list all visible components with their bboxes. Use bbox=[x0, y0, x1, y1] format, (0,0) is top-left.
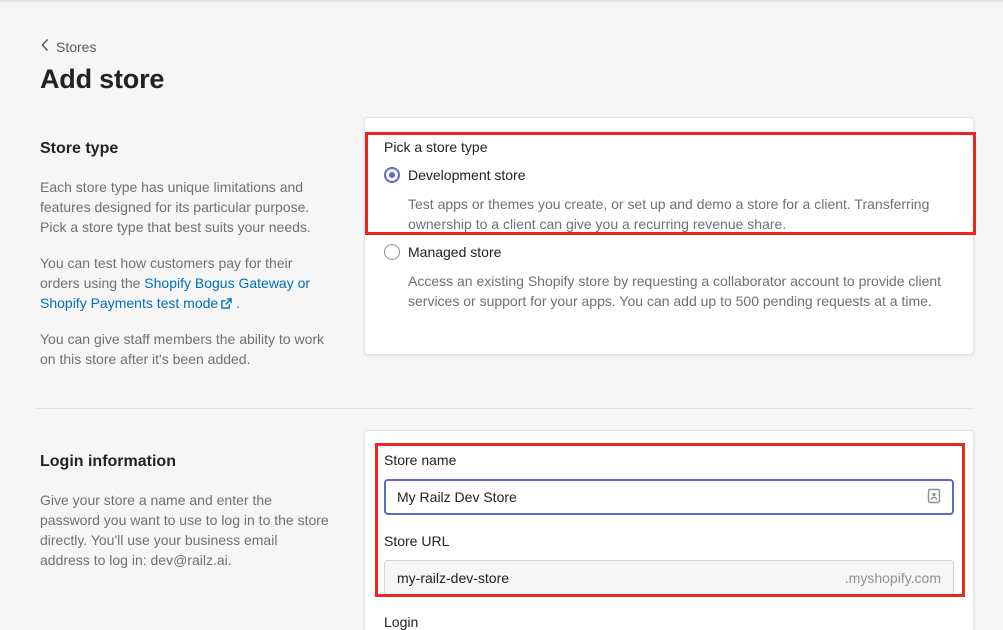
store-url-suffix: .myshopify.com bbox=[844, 570, 941, 586]
development-store-radio[interactable] bbox=[384, 167, 400, 183]
breadcrumb-label: Stores bbox=[56, 38, 97, 55]
development-store-help: Test apps or themes you create, or set u… bbox=[408, 196, 930, 232]
store-name-input[interactable]: My Railz Dev Store bbox=[384, 479, 954, 515]
test-payments-description: You can test how customers pay for their… bbox=[40, 253, 330, 314]
login-information-title: Login information bbox=[40, 453, 176, 470]
development-store-label[interactable]: Development store bbox=[408, 167, 526, 183]
section-divider bbox=[36, 408, 974, 409]
pick-store-type-label: Pick a store type bbox=[384, 139, 488, 155]
login-label: Login bbox=[384, 614, 419, 630]
contact-card-icon bbox=[927, 488, 941, 507]
managed-store-label[interactable]: Managed store bbox=[408, 244, 501, 260]
page-title: Add store bbox=[40, 64, 165, 94]
chevron-left-icon bbox=[40, 38, 50, 55]
store-url-label: Store URL bbox=[384, 533, 450, 549]
store-url-value: my-railz-dev-store bbox=[397, 570, 510, 586]
store-type-description: Each store type has unique limitations a… bbox=[40, 179, 311, 235]
breadcrumb-back[interactable]: Stores bbox=[40, 38, 96, 55]
store-name-label: Store name bbox=[384, 452, 457, 468]
staff-description: You can give staff members the ability t… bbox=[40, 331, 325, 367]
store-url-input[interactable]: my-railz-dev-store .myshopify.com bbox=[384, 560, 954, 596]
login-information-description: Give your store a name and enter the pas… bbox=[40, 492, 329, 568]
managed-store-help: Access an existing Shopify store by requ… bbox=[408, 273, 942, 309]
store-name-value: My Railz Dev Store bbox=[397, 489, 517, 505]
test-payments-suffix: . bbox=[232, 295, 240, 311]
store-type-title: Store type bbox=[40, 140, 119, 157]
top-border bbox=[0, 0, 1003, 2]
external-link-icon bbox=[221, 294, 232, 314]
managed-store-radio[interactable] bbox=[384, 244, 400, 260]
